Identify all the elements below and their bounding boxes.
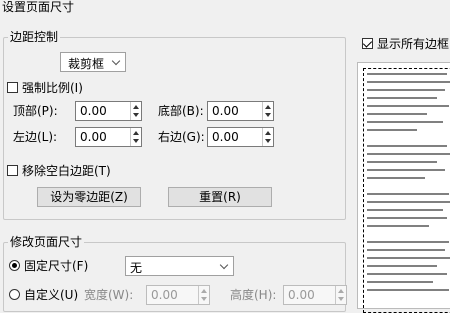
- preview-text-line: [367, 145, 447, 147]
- top-margin-label: 顶部(P):: [13, 104, 58, 118]
- bottom-margin-spinner[interactable]: [262, 102, 273, 120]
- fixed-size-value: 无: [130, 261, 143, 275]
- bottom-margin-value: 0.00: [212, 104, 239, 118]
- spin-up-icon[interactable]: [133, 105, 139, 109]
- left-margin-label: 左边(L):: [13, 130, 58, 144]
- preview-text-line: [367, 161, 437, 163]
- spin-up-icon[interactable]: [201, 289, 207, 293]
- preview-text-line: [367, 281, 433, 283]
- preview-text-line: [367, 289, 449, 291]
- width-label: 宽度(W):: [84, 288, 134, 302]
- page-preview: [357, 62, 450, 313]
- bottom-margin-input[interactable]: 0.00: [207, 101, 274, 121]
- right-margin-label: 右边(G):: [158, 130, 205, 144]
- right-margin-value: 0.00: [212, 130, 239, 144]
- height-label: 高度(H):: [230, 288, 277, 302]
- proportional-label: 强制比例(I): [22, 81, 83, 95]
- fixed-size-label: 固定尺寸(F): [24, 259, 89, 273]
- remove-white-margin-checkbox[interactable]: [7, 165, 18, 176]
- left-margin-value: 0.00: [80, 130, 107, 144]
- preview-text-line: [367, 201, 450, 203]
- width-spinner[interactable]: [198, 286, 209, 304]
- preview-text-line: [367, 249, 445, 251]
- spin-up-icon[interactable]: [265, 131, 271, 135]
- width-input[interactable]: 0.00: [146, 285, 210, 305]
- margin-mode-value: 裁剪框: [67, 57, 104, 71]
- preview-text-line: [367, 97, 437, 99]
- height-input[interactable]: 0.00: [283, 285, 347, 305]
- top-margin-spinner[interactable]: [130, 102, 141, 120]
- height-spinner[interactable]: [335, 286, 346, 304]
- preview-text-line: [367, 73, 447, 75]
- spin-down-icon[interactable]: [133, 113, 139, 117]
- preview-text-line: [367, 265, 437, 267]
- spin-down-icon[interactable]: [201, 297, 207, 301]
- custom-size-label: 自定义(U): [24, 288, 79, 302]
- preview-text-line: [367, 113, 427, 115]
- preview-text-line: [367, 105, 449, 107]
- top-margin-input[interactable]: 0.00: [75, 101, 142, 121]
- margin-control-legend: 边距控制: [8, 28, 61, 45]
- remove-white-margin-label: 移除空白边距(T): [22, 164, 111, 178]
- preview-text-line: [367, 217, 447, 219]
- right-margin-spinner[interactable]: [262, 128, 273, 146]
- preview-text-line: [367, 129, 417, 131]
- preview-text-line: [367, 273, 447, 275]
- spin-up-icon[interactable]: [133, 131, 139, 135]
- bottom-margin-label: 底部(B):: [158, 104, 204, 118]
- fixed-size-select[interactable]: 无: [125, 256, 234, 276]
- preview-text-line: [367, 257, 450, 259]
- page-size-legend: 修改页面尺寸: [8, 233, 85, 250]
- preview-text-line: [367, 241, 449, 243]
- chevron-down-icon: [219, 260, 229, 270]
- preview-text-line: [367, 89, 445, 91]
- chevron-down-icon: [111, 56, 121, 66]
- spin-down-icon[interactable]: [265, 139, 271, 143]
- spin-up-icon[interactable]: [338, 289, 344, 293]
- custom-size-radio[interactable]: [9, 289, 20, 300]
- set-zero-margin-button[interactable]: 设为零边距(Z): [37, 187, 141, 207]
- proportional-checkbox[interactable]: [7, 82, 18, 93]
- preview-text-line: [367, 225, 429, 227]
- preview-text-line: [367, 153, 450, 155]
- spin-down-icon[interactable]: [133, 139, 139, 143]
- fixed-size-radio[interactable]: [9, 260, 20, 271]
- right-margin-input[interactable]: 0.00: [207, 127, 274, 147]
- preview-text-line: [367, 81, 450, 83]
- margin-mode-select[interactable]: 裁剪框: [60, 52, 126, 72]
- spin-down-icon[interactable]: [338, 297, 344, 301]
- top-margin-value: 0.00: [80, 104, 107, 118]
- preview-text-line: [367, 193, 449, 195]
- preview-text-line: [367, 209, 443, 211]
- preview-text-line: [367, 169, 445, 171]
- reset-button[interactable]: 重置(R): [168, 187, 272, 207]
- dialog-title: 设置页面尺寸: [2, 0, 75, 14]
- show-all-borders-label: 显示所有边框(A: [377, 37, 450, 51]
- spin-down-icon[interactable]: [265, 113, 271, 117]
- spin-up-icon[interactable]: [265, 105, 271, 109]
- preview-text-line: [367, 177, 425, 179]
- left-margin-spinner[interactable]: [130, 128, 141, 146]
- preview-text-line: [367, 121, 443, 123]
- show-all-borders-checkbox[interactable]: [362, 38, 373, 49]
- left-margin-input[interactable]: 0.00: [75, 127, 142, 147]
